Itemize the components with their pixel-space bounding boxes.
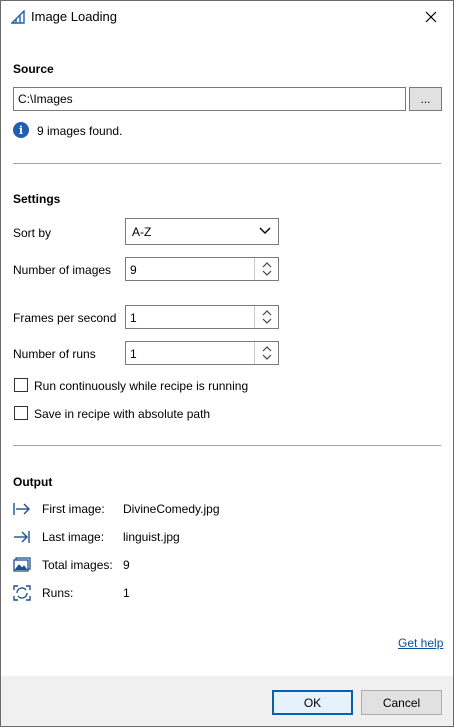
last-image-value: linguist.jpg (123, 530, 180, 544)
up-down-arrows-icon (262, 310, 271, 324)
divider (13, 445, 441, 446)
app-icon (11, 10, 25, 24)
last-image-label: Last image: (42, 530, 105, 544)
runs-label: Runs: (42, 586, 74, 600)
close-button[interactable] (409, 1, 453, 33)
spin-buttons[interactable] (254, 306, 278, 328)
runs-value: 1 (123, 586, 130, 600)
run-continuously-checkbox[interactable] (14, 378, 28, 392)
fps-value: 1 (130, 311, 137, 325)
sort-by-value: A-Z (132, 225, 152, 239)
up-down-arrows-icon (262, 262, 271, 276)
spin-buttons[interactable] (254, 342, 278, 364)
source-heading: Source (13, 62, 54, 76)
total-images-value: 9 (123, 558, 130, 572)
source-path-input[interactable]: C:\Images (13, 87, 406, 111)
save-absolute-checkbox[interactable] (14, 406, 28, 420)
images-found-text: 9 images found. (37, 124, 123, 138)
spin-buttons[interactable] (254, 258, 278, 280)
number-of-images-stepper[interactable]: 9 (125, 257, 279, 281)
last-image-icon (14, 531, 30, 543)
chevron-down-icon (259, 227, 271, 234)
browse-button[interactable]: ... (409, 87, 442, 111)
image-loading-dialog: Image Loading Source C:\Images ... i 9 i… (0, 0, 454, 727)
number-of-images-value: 9 (130, 263, 137, 277)
get-help-link[interactable]: Get help (398, 636, 443, 650)
images-icon (13, 557, 31, 572)
title-bar: Image Loading (1, 1, 453, 33)
fps-label: Frames per second (13, 311, 117, 325)
divider (13, 163, 441, 164)
sort-by-label: Sort by (13, 226, 52, 240)
sort-by-dropdown[interactable]: A-Z (125, 218, 279, 245)
runs-icon (13, 585, 31, 601)
total-images-label: Total images: (42, 558, 113, 572)
up-down-arrows-icon (262, 346, 271, 360)
close-icon (425, 11, 437, 23)
number-of-runs-value: 1 (130, 347, 137, 361)
number-of-images-label: Number of images (13, 263, 112, 277)
output-heading: Output (13, 475, 53, 489)
info-icon: i (13, 122, 29, 138)
number-of-runs-stepper[interactable]: 1 (125, 341, 279, 365)
fps-stepper[interactable]: 1 (125, 305, 279, 329)
ok-button[interactable]: OK (272, 690, 353, 715)
window-title: Image Loading (31, 9, 118, 24)
first-image-value: DivineComedy.jpg (123, 502, 220, 516)
settings-heading: Settings (13, 192, 61, 206)
cancel-button[interactable]: Cancel (361, 690, 442, 715)
first-image-label: First image: (42, 502, 105, 516)
save-absolute-label[interactable]: Save in recipe with absolute path (34, 407, 210, 421)
first-image-icon (13, 503, 30, 515)
run-continuously-label[interactable]: Run continuously while recipe is running (34, 379, 248, 393)
dialog-footer: OK Cancel (1, 676, 453, 726)
number-of-runs-label: Number of runs (13, 347, 96, 361)
